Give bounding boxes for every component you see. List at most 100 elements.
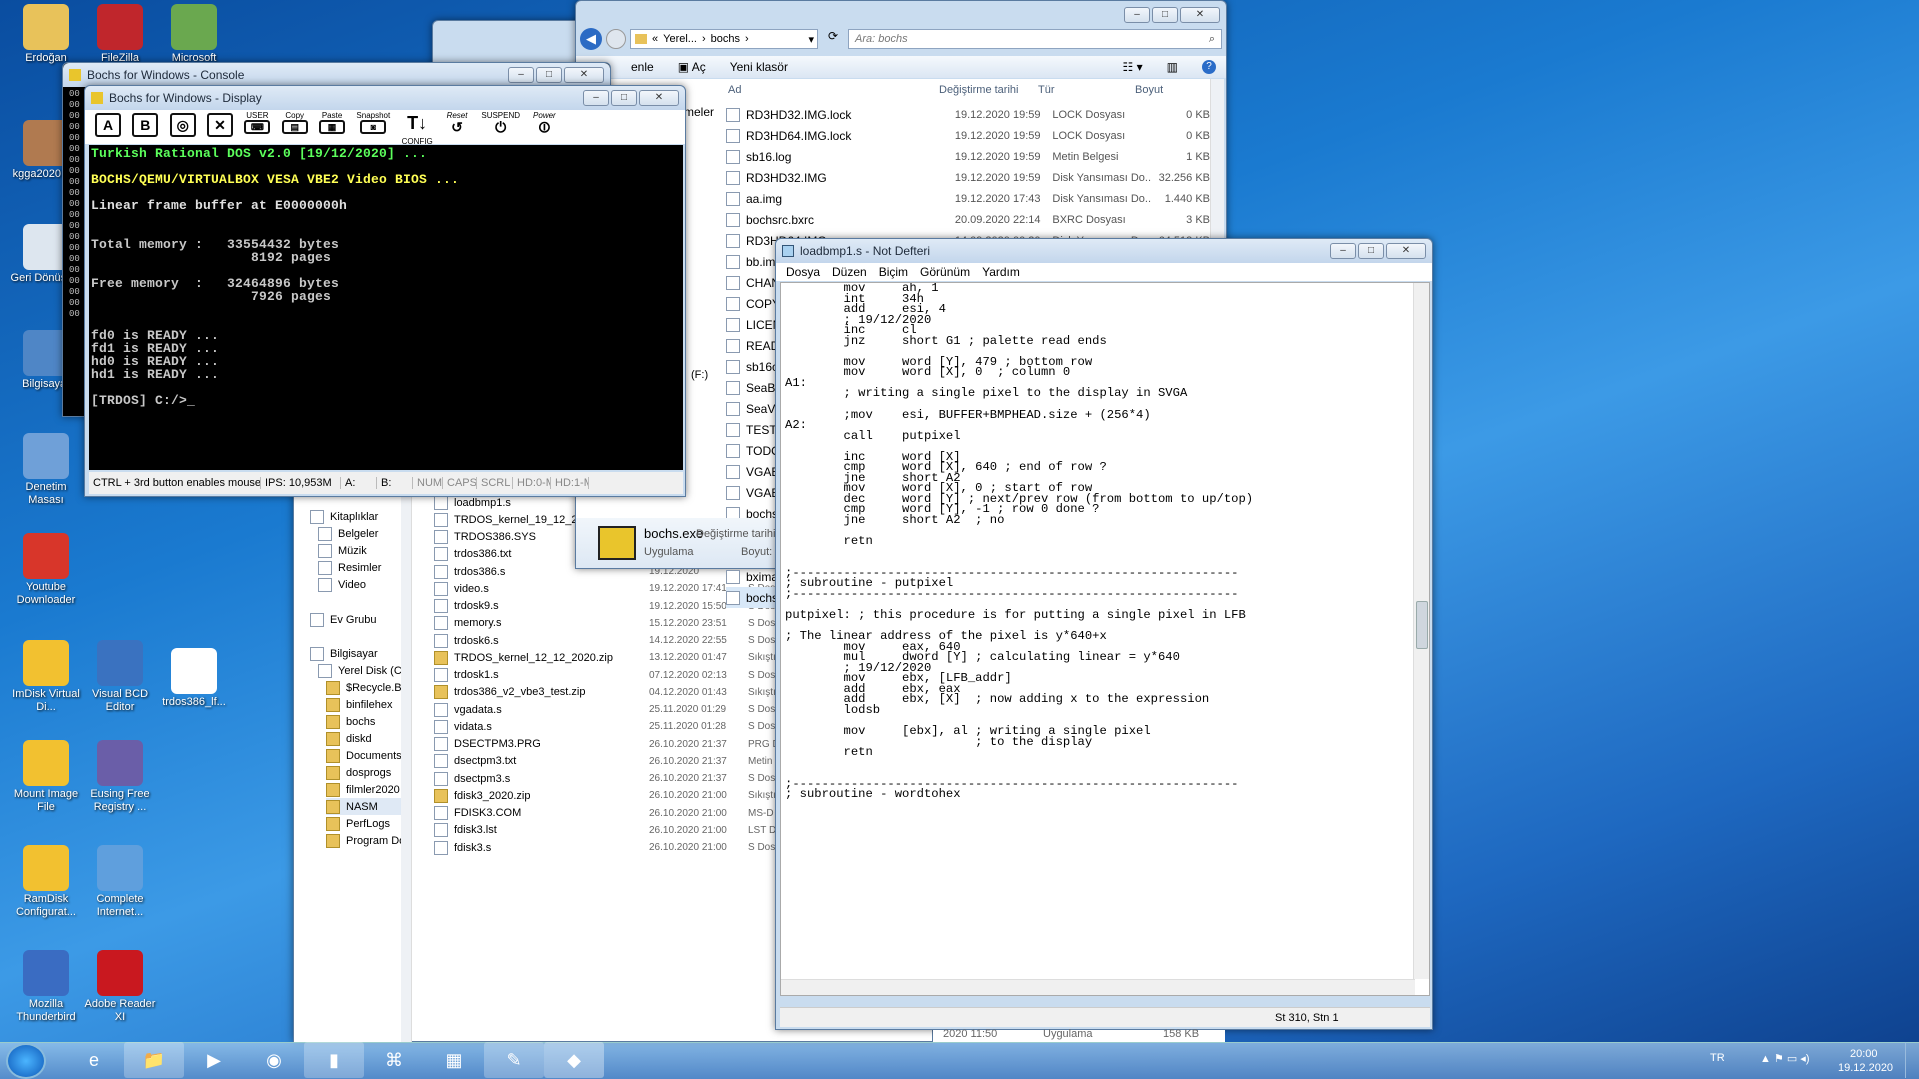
nav-item[interactable]: Belgeler	[318, 525, 411, 542]
file-row[interactable]: RD3HD32.IMG.lock 19.12.2020 19:59 LOCK Dos…	[726, 104, 1210, 125]
desktop-icon[interactable]: Eusing Free Registry ...	[82, 740, 158, 814]
nav-scrollbar[interactable]	[401, 491, 411, 1043]
horizontal-scrollbar[interactable]	[781, 979, 1415, 995]
search-input[interactable]: Ara: bochs ⌕	[848, 29, 1222, 49]
file-row[interactable]: RD3HD64.IMG.lock 19.12.2020 19:59 LOCK Dos…	[726, 125, 1210, 146]
maximize-button[interactable]: □	[611, 90, 637, 106]
menu-item[interactable]: Dosya	[786, 265, 820, 279]
desktop-icon[interactable]: ImDisk Virtual Di...	[8, 640, 84, 714]
minimize-button[interactable]: –	[1330, 243, 1356, 259]
taskbar-calc-icon[interactable]: ▦	[424, 1042, 484, 1078]
nav-item[interactable]: dosprogs	[326, 764, 411, 781]
taskbar-ie-icon[interactable]: e	[64, 1042, 124, 1078]
menu-item[interactable]: Görünüm	[920, 265, 970, 279]
vertical-scrollbar[interactable]	[1413, 283, 1429, 979]
desktop-icon[interactable]: Youtube Downloader	[8, 533, 84, 607]
file-row[interactable]: sb16.log 19.12.2020 19:59 Metin Belgesi 1 K…	[726, 146, 1210, 167]
nav-item[interactable]: diskd	[326, 730, 411, 747]
desktop-icon[interactable]: Denetim Masası	[8, 433, 84, 507]
close-button[interactable]: ✕	[1180, 7, 1220, 23]
col-date[interactable]: Değiştirme tarihi	[939, 84, 1018, 96]
taskbar-media-icon[interactable]: ▶	[184, 1042, 244, 1078]
col-type[interactable]: Tür	[1038, 84, 1055, 96]
nav-item[interactable]: Video	[318, 576, 411, 593]
nav-item[interactable]: Ev Grubu	[310, 611, 411, 628]
minimize-button[interactable]: –	[1124, 7, 1150, 23]
emulator-screen[interactable]: Turkish Rational DOS v2.0 [19/12/2020] .…	[89, 145, 683, 470]
reset-button[interactable]: Reset ↺	[444, 111, 470, 136]
menu-item[interactable]: Düzen	[832, 265, 867, 279]
close-button[interactable]: ✕	[1386, 243, 1426, 259]
help-icon[interactable]: ?	[1202, 60, 1216, 74]
taskbar-explorer-icon[interactable]: 📁	[124, 1042, 184, 1078]
desktop-icon[interactable]: Visual BCD Editor	[82, 640, 158, 714]
nav-item[interactable]: NASM	[326, 798, 411, 815]
desktop-icon[interactable]: Mount Image File	[8, 740, 84, 814]
desktop-icon[interactable]: FileZilla	[82, 4, 158, 65]
breadcrumb-bochs[interactable]: bochs	[711, 33, 740, 45]
nav-item[interactable]: Documents and	[326, 747, 411, 764]
back-button[interactable]: ◀	[580, 28, 602, 50]
address-bar[interactable]: « Yerel... › bochs › ▾	[630, 29, 818, 49]
display-window[interactable]: Bochs for Windows - Display – □ ✕ A B ◎ ✕ …	[84, 85, 686, 497]
taskbar-pdf-icon[interactable]: ⌘	[364, 1042, 424, 1078]
desktop-icon[interactable]: Erdoğan	[8, 4, 84, 65]
nav-item[interactable]: Müzik	[318, 542, 411, 559]
user-button[interactable]: USER ⌨	[244, 111, 271, 134]
nav-item[interactable]: Yerel Disk (C:)	[318, 662, 411, 679]
nav-item[interactable]: PerfLogs	[326, 815, 411, 832]
nav-item[interactable]: Resimler	[318, 559, 411, 576]
menu-item[interactable]: Biçim	[879, 265, 908, 279]
nav-item[interactable]: Bilgisayar	[310, 645, 411, 662]
chevron-down-icon[interactable]: ▾	[808, 33, 814, 46]
taskbar-chrome-icon[interactable]: ◉	[244, 1042, 304, 1078]
show-desktop-button[interactable]	[1905, 1042, 1917, 1078]
menu-item[interactable]: Yardım	[982, 265, 1020, 279]
nav-item[interactable]: bochs	[326, 713, 411, 730]
taskbar-cmd-icon[interactable]: ▮	[304, 1042, 364, 1078]
clock-date[interactable]: 19.12.2020	[1838, 1062, 1893, 1074]
forward-button[interactable]	[606, 29, 626, 49]
maximize-button[interactable]: □	[1152, 7, 1178, 23]
tray-icons[interactable]: ▲ ⚑ ▭ ◂)	[1760, 1052, 1810, 1065]
desktop-icon[interactable]: Complete Internet...	[82, 845, 158, 919]
view-icon[interactable]: ☷ ▾	[1123, 60, 1143, 74]
maximize-button[interactable]: □	[536, 67, 562, 83]
maximize-button[interactable]: □	[1358, 243, 1384, 259]
minimize-button[interactable]: –	[583, 90, 609, 106]
floppy-b-button[interactable]: B	[132, 111, 159, 137]
snapshot-button[interactable]: Snapshot ◙	[356, 111, 390, 134]
scroll-thumb[interactable]	[1416, 601, 1428, 649]
copy-button[interactable]: Copy ▤	[281, 111, 308, 134]
file-row[interactable]: aa.img 19.12.2020 17:43 Disk Yansıması Do.…	[726, 188, 1210, 209]
notepad-window[interactable]: loadbmp1.s - Not Defteri – □ ✕ Dosya Düzen B…	[775, 238, 1433, 1030]
taskbar-notepad-icon[interactable]: ✎	[484, 1042, 544, 1078]
col-name[interactable]: Ad	[728, 84, 741, 96]
desktop-icon[interactable]: trdos386_lf...	[156, 648, 232, 709]
taskbar-bochs-icon[interactable]: ◆	[544, 1042, 604, 1078]
col-size[interactable]: Boyut	[1135, 84, 1163, 96]
file-row[interactable]: RD3HD32.IMG 19.12.2020 19:59 Disk Yansımas…	[726, 167, 1210, 188]
start-button[interactable]	[6, 1043, 46, 1079]
preview-pane-icon[interactable]: ▥	[1167, 60, 1178, 74]
cdrom-button[interactable]: ◎	[169, 111, 196, 137]
suspend-button[interactable]: SUSPEND ⏻	[481, 111, 520, 136]
config-button[interactable]: T↓ CONFIG	[402, 111, 433, 146]
nav-item[interactable]: binfilehex	[326, 696, 411, 713]
minimize-button[interactable]: –	[508, 67, 534, 83]
paste-button[interactable]: Paste ▦	[319, 111, 346, 134]
text-editor[interactable]: mov ah, 1 int 34h add esi, 4 ; 19/12/202…	[780, 282, 1430, 996]
nav-item[interactable]: Kitaplıklar	[310, 508, 411, 525]
language-indicator[interactable]: TR	[1710, 1052, 1725, 1064]
power-button[interactable]: Power ⏼	[531, 111, 557, 136]
desktop-icon[interactable]: Adobe Reader XI	[82, 950, 158, 1024]
clock-time[interactable]: 20:00	[1850, 1048, 1878, 1060]
nav-item[interactable]: filmler2020	[326, 781, 411, 798]
mouse-button[interactable]: ✕	[207, 111, 234, 137]
organize-button[interactable]: enle	[631, 60, 654, 74]
nav-item[interactable]: Program Dosya	[326, 832, 411, 849]
open-button[interactable]: ▣ Aç	[678, 60, 706, 74]
breadcrumb-yerel[interactable]: Yerel...	[663, 33, 697, 45]
floppy-a-button[interactable]: A	[95, 111, 121, 137]
file-row[interactable]: bochsrc.bxrc 20.09.2020 22:14 BXRC Dosyası…	[726, 209, 1210, 230]
